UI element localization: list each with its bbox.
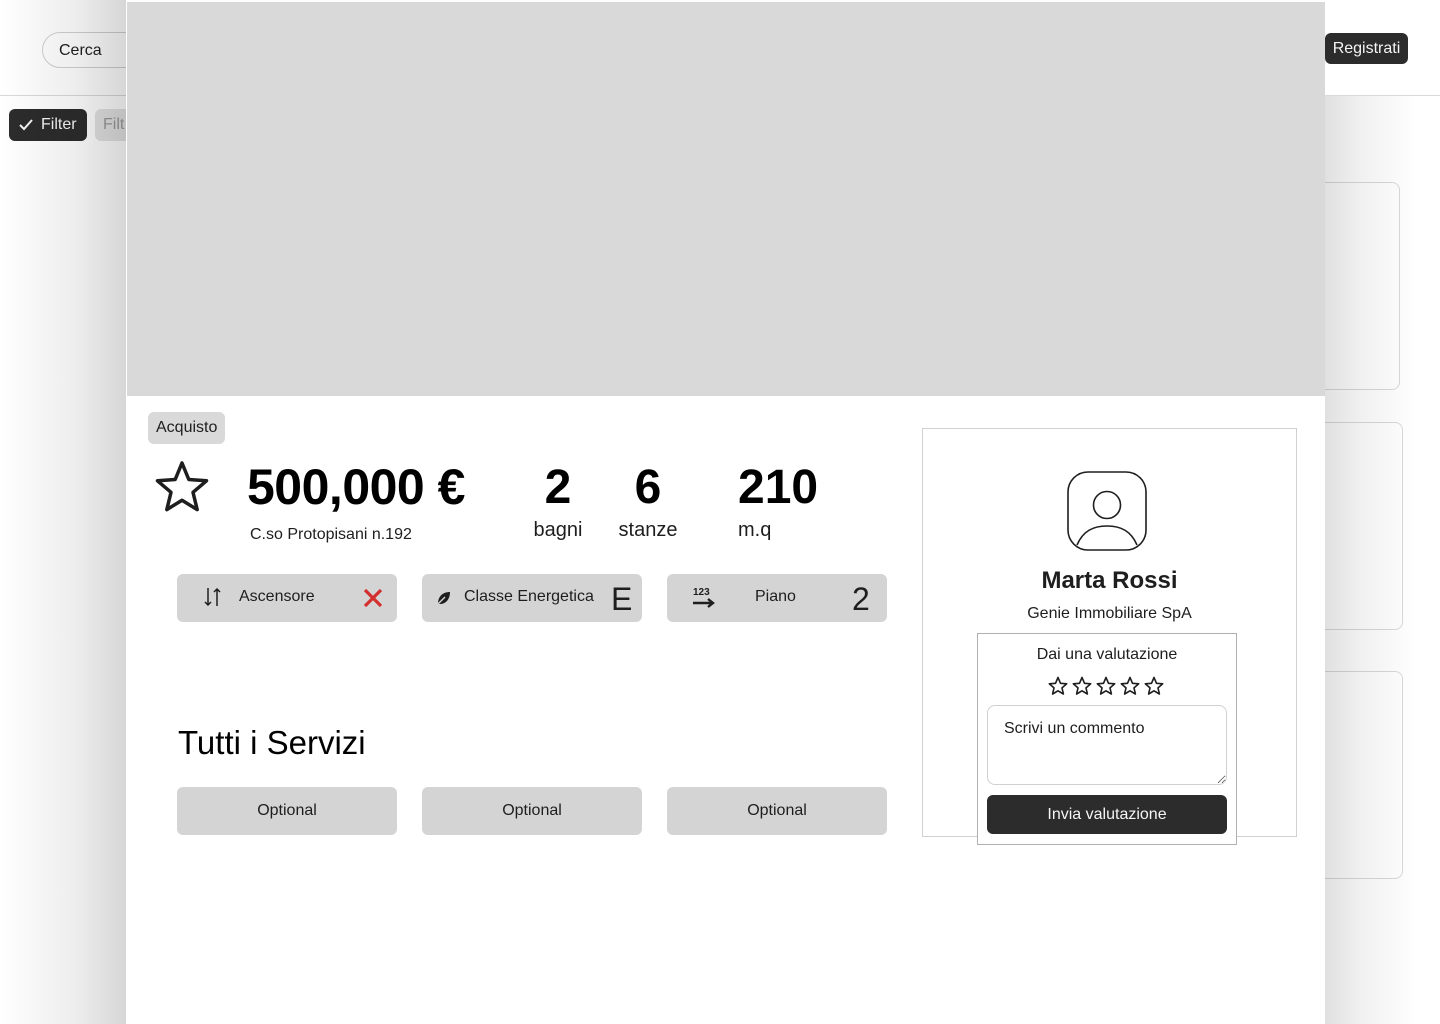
x-mark-icon bbox=[362, 587, 384, 614]
user-avatar-icon bbox=[1067, 471, 1147, 556]
rating-star-icon[interactable] bbox=[1096, 676, 1116, 696]
service-chip[interactable]: Optional bbox=[422, 787, 642, 835]
favorite-star-icon[interactable] bbox=[154, 460, 210, 519]
listing-price: 500,000 € bbox=[247, 459, 465, 515]
feature-floor: 123 Piano 2 bbox=[667, 574, 887, 622]
feature-energy-class: Classe Energetica E bbox=[422, 574, 642, 622]
services-heading: Tutti i Servizi bbox=[178, 724, 366, 761]
stat-value: 6 bbox=[634, 461, 662, 514]
stat-area: 210 m.q bbox=[738, 458, 828, 542]
check-icon bbox=[19, 119, 33, 131]
agent-company: Genie Immobiliare SpA bbox=[1027, 605, 1192, 622]
feature-value: E bbox=[611, 581, 633, 617]
feature-label: Piano bbox=[755, 588, 796, 605]
rating-star-icon[interactable] bbox=[1144, 676, 1164, 696]
listing-detail-modal: Acquisto 500,000 € C.so Protopisani n.19… bbox=[126, 0, 1325, 1024]
listing-type-tag: Acquisto bbox=[148, 412, 226, 444]
rating-title: Dai una valutazione bbox=[1036, 646, 1178, 663]
submit-rating-button[interactable]: Invia valutazione bbox=[987, 795, 1227, 834]
agent-name: Marta Rossi bbox=[1041, 567, 1178, 594]
listing-address: C.so Protopisani n.192 bbox=[250, 526, 412, 543]
service-chip[interactable]: Optional bbox=[667, 787, 887, 835]
feature-value: 2 bbox=[852, 581, 870, 617]
number-floor-icon: 123 bbox=[691, 585, 717, 616]
filter-chip-active[interactable]: Filter bbox=[9, 109, 87, 141]
svg-text:123: 123 bbox=[693, 587, 710, 598]
stat-label: m.q bbox=[738, 519, 772, 541]
leaf-icon bbox=[436, 590, 452, 611]
feature-elevator: Ascensore bbox=[177, 574, 397, 622]
rating-star-icon[interactable] bbox=[1120, 676, 1140, 696]
star-rating[interactable] bbox=[1048, 676, 1164, 696]
rating-star-icon[interactable] bbox=[1072, 676, 1092, 696]
comment-textarea[interactable] bbox=[987, 705, 1227, 785]
listing-image-placeholder bbox=[127, 2, 1325, 396]
feature-label: Classe Energetica bbox=[464, 588, 594, 605]
stat-value: 210 bbox=[738, 461, 819, 514]
stat-label: stanze bbox=[618, 519, 678, 541]
elevator-arrows-icon bbox=[203, 586, 223, 613]
feature-label: Ascensore bbox=[239, 588, 315, 605]
rating-star-icon[interactable] bbox=[1048, 676, 1068, 696]
register-button[interactable]: Registrati bbox=[1325, 33, 1408, 64]
stat-rooms: 6 stanze bbox=[613, 458, 683, 542]
rating-form: Dai una valutazione Invia valutazione bbox=[977, 633, 1237, 845]
stat-bathrooms: 2 bagni bbox=[528, 458, 588, 542]
filter-chip-label: Filter bbox=[41, 116, 77, 133]
stat-value: 2 bbox=[544, 461, 572, 514]
service-chip[interactable]: Optional bbox=[177, 787, 397, 835]
stat-label: bagni bbox=[533, 519, 583, 541]
